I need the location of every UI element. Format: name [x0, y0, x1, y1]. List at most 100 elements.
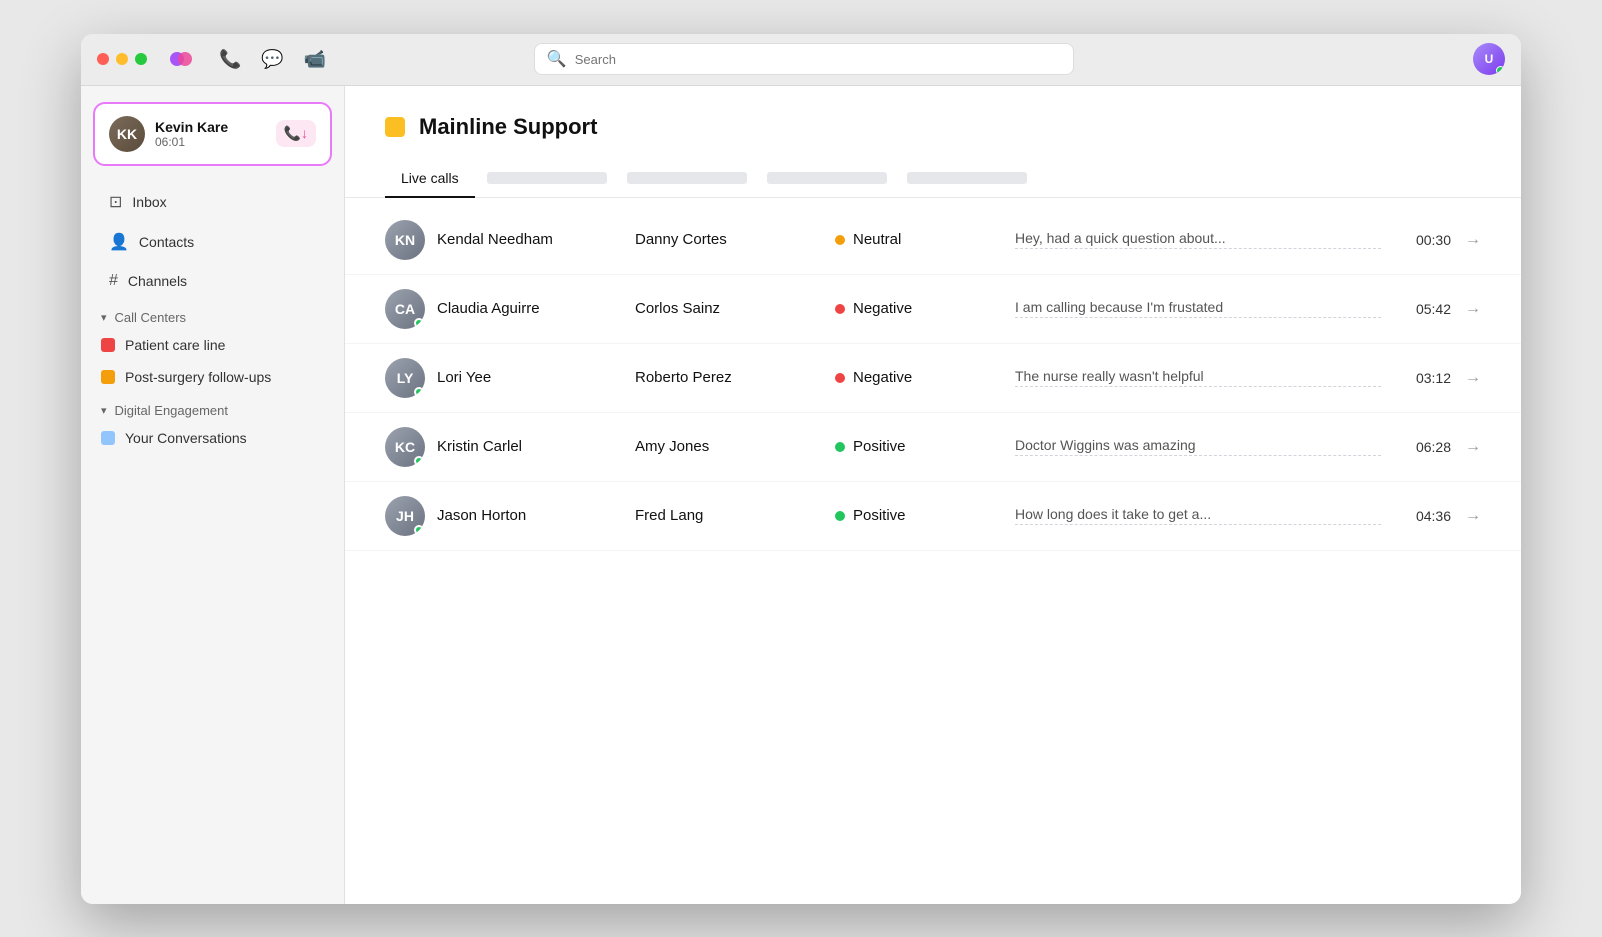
- window-controls: [97, 53, 147, 65]
- sentiment-dot: [835, 373, 845, 383]
- tabs-bar: Live calls: [345, 160, 1521, 198]
- table-row[interactable]: CA Claudia Aguirre Corlos Sainz Negative…: [345, 275, 1521, 344]
- caller-avatar: JH: [385, 496, 425, 536]
- status-dot: [414, 387, 424, 397]
- tab-placeholder-4: [907, 172, 1027, 184]
- user-avatar-area[interactable]: U: [1473, 43, 1505, 75]
- tab-live-calls[interactable]: Live calls: [385, 160, 475, 198]
- patient-care-label: Patient care line: [125, 337, 225, 353]
- hangup-button[interactable]: 📞↓: [276, 120, 316, 147]
- search-bar[interactable]: 🔍: [534, 43, 1074, 75]
- chevron-down-icon: ▾: [101, 311, 107, 324]
- sidebar-item-inbox[interactable]: ⊡ Inbox: [89, 183, 336, 221]
- contacts-icon: 👤: [109, 232, 129, 252]
- sidebar-item-post-surgery[interactable]: Post-surgery follow-ups: [81, 361, 344, 393]
- table-row[interactable]: JH Jason Horton Fred Lang Positive How l…: [345, 482, 1521, 551]
- close-button[interactable]: [97, 53, 109, 65]
- call-centers-header[interactable]: ▾ Call Centers: [81, 300, 344, 329]
- arrow-icon[interactable]: →: [1451, 438, 1481, 456]
- sidebar-item-your-conversations[interactable]: Your Conversations: [81, 422, 344, 454]
- sidebar-item-channels[interactable]: # Channels: [89, 263, 336, 299]
- app-window: 📞 💬 📹 🔍 U KK Kevin Kare 06:01: [81, 34, 1521, 904]
- caller-name: Lori Yee: [437, 369, 491, 386]
- caller-name: Claudia Aguirre: [437, 300, 540, 317]
- phone-icon[interactable]: 📞: [219, 49, 241, 70]
- sentiment-dot: [835, 304, 845, 314]
- caller-avatar: KC: [385, 427, 425, 467]
- arrow-icon[interactable]: →: [1451, 369, 1481, 387]
- message-icon[interactable]: 💬: [261, 49, 283, 70]
- status-dot: [414, 456, 424, 466]
- caller-column: CA Claudia Aguirre: [385, 289, 635, 329]
- minimize-button[interactable]: [116, 53, 128, 65]
- user-avatar[interactable]: U: [1473, 43, 1505, 75]
- sidebar-item-contacts[interactable]: 👤 Contacts: [89, 223, 336, 261]
- arrow-icon[interactable]: →: [1451, 231, 1481, 249]
- caller-avatar: LY: [385, 358, 425, 398]
- caller-column: JH Jason Horton: [385, 496, 635, 536]
- duration-column: 06:28: [1381, 439, 1451, 455]
- status-dot: [414, 318, 424, 328]
- titlebar: 📞 💬 📹 🔍 U: [81, 34, 1521, 86]
- video-icon[interactable]: 📹: [304, 49, 326, 70]
- caller-timer: 06:01: [155, 135, 266, 149]
- post-surgery-label: Post-surgery follow-ups: [125, 369, 271, 385]
- message-column: Hey, had a quick question about...: [1015, 230, 1381, 249]
- sidebar-item-patient-care[interactable]: Patient care line: [81, 329, 344, 361]
- tab-placeholder-2: [627, 172, 747, 184]
- main-layout: KK Kevin Kare 06:01 📞↓ ⊡ Inbox 👤 Contact…: [81, 86, 1521, 904]
- sentiment-column: Negative: [835, 300, 1015, 317]
- caller-avatar: CA: [385, 289, 425, 329]
- channels-icon: #: [109, 272, 118, 290]
- caller-column: LY Lori Yee: [385, 358, 635, 398]
- duration-column: 00:30: [1381, 232, 1451, 248]
- titlebar-icons: 📞 💬 📹: [219, 49, 326, 70]
- page-title: Mainline Support: [419, 114, 597, 140]
- inbox-label: Inbox: [132, 194, 166, 210]
- tab-placeholder-1: [487, 172, 607, 184]
- sentiment-label: Neutral: [853, 231, 901, 248]
- status-dot: [414, 525, 424, 535]
- search-input[interactable]: [575, 52, 1061, 67]
- caller-name: Kendal Needham: [437, 231, 553, 248]
- app-logo: [167, 45, 195, 73]
- duration-column: 04:36: [1381, 508, 1451, 524]
- sentiment-label: Negative: [853, 300, 912, 317]
- sentiment-column: Negative: [835, 369, 1015, 386]
- sentiment-label: Negative: [853, 369, 912, 386]
- calls-table: KN Kendal Needham Danny Cortes Neutral H…: [345, 198, 1521, 904]
- caller-name: Kristin Carlel: [437, 438, 522, 455]
- table-row[interactable]: KC Kristin Carlel Amy Jones Positive Doc…: [345, 413, 1521, 482]
- agent-column: Fred Lang: [635, 507, 835, 524]
- call-centers-label: Call Centers: [115, 310, 187, 325]
- table-row[interactable]: KN Kendal Needham Danny Cortes Neutral H…: [345, 206, 1521, 275]
- content-header: Mainline Support: [345, 86, 1521, 140]
- tab-placeholder-3: [767, 172, 887, 184]
- sentiment-column: Positive: [835, 438, 1015, 455]
- conversations-dot: [101, 431, 115, 445]
- duration-column: 03:12: [1381, 370, 1451, 386]
- sentiment-column: Neutral: [835, 231, 1015, 248]
- table-row[interactable]: LY Lori Yee Roberto Perez Negative The n…: [345, 344, 1521, 413]
- message-column: The nurse really wasn't helpful: [1015, 368, 1381, 387]
- sentiment-dot: [835, 235, 845, 245]
- contacts-label: Contacts: [139, 234, 194, 250]
- channels-label: Channels: [128, 273, 187, 289]
- message-column: I am calling because I'm frustated: [1015, 299, 1381, 318]
- sidebar: KK Kevin Kare 06:01 📞↓ ⊡ Inbox 👤 Contact…: [81, 86, 345, 904]
- online-indicator: [1496, 66, 1505, 75]
- sentiment-column: Positive: [835, 507, 1015, 524]
- patient-care-dot: [101, 338, 115, 352]
- active-call-card[interactable]: KK Kevin Kare 06:01 📞↓: [93, 102, 332, 166]
- your-conversations-label: Your Conversations: [125, 430, 247, 446]
- caller-column: KN Kendal Needham: [385, 220, 635, 260]
- post-surgery-dot: [101, 370, 115, 384]
- digital-engagement-header[interactable]: ▾ Digital Engagement: [81, 393, 344, 422]
- caller-avatar: KK: [109, 116, 145, 152]
- sentiment-dot: [835, 511, 845, 521]
- maximize-button[interactable]: [135, 53, 147, 65]
- arrow-icon[interactable]: →: [1451, 507, 1481, 525]
- agent-column: Corlos Sainz: [635, 300, 835, 317]
- message-column: Doctor Wiggins was amazing: [1015, 437, 1381, 456]
- arrow-icon[interactable]: →: [1451, 300, 1481, 318]
